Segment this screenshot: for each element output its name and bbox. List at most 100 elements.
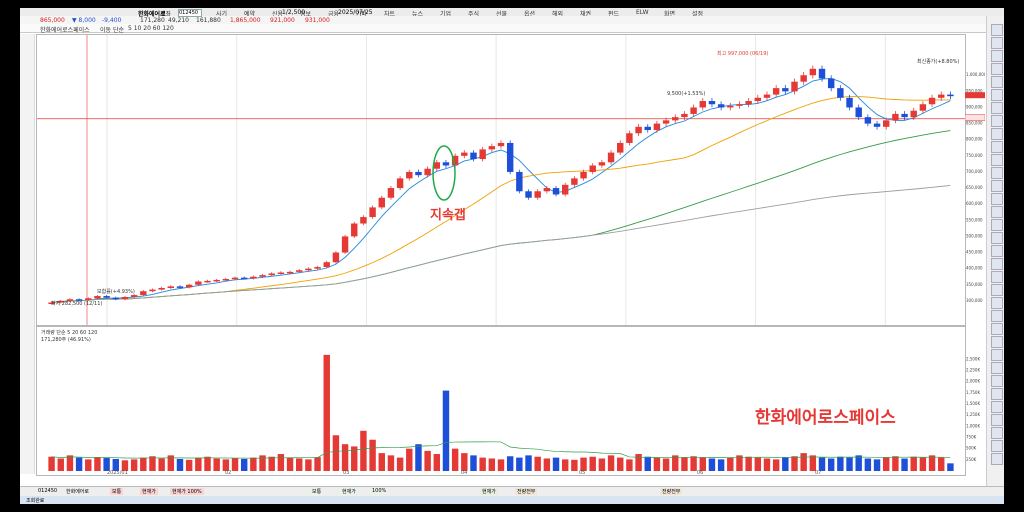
volume-tick-label: 500K (966, 446, 977, 451)
order-label-4[interactable]: 현재가 (340, 488, 358, 495)
candle-body (305, 268, 312, 271)
tool-button-12[interactable] (991, 180, 1003, 192)
order-label-7[interactable]: 전량전부 (515, 488, 538, 495)
tool-button-31[interactable] (991, 427, 1003, 439)
status-bar: 조회완료 (20, 496, 1004, 504)
candle-body (415, 171, 422, 176)
candle-body (745, 101, 752, 105)
ma-line-60 (51, 130, 951, 303)
menu-item-17[interactable]: ELW (636, 9, 649, 16)
tool-button-0[interactable] (991, 24, 1003, 36)
x-tick-label: 07 (815, 470, 821, 475)
volume-bar (204, 456, 211, 471)
tool-button-14[interactable] (991, 206, 1003, 218)
candle-body (112, 297, 119, 300)
tool-button-11[interactable] (991, 167, 1003, 179)
tool-button-5[interactable] (991, 89, 1003, 101)
candle-body (644, 126, 651, 131)
volume-bar (185, 459, 193, 471)
order-label-2[interactable]: 현재가 100% (170, 488, 204, 495)
order-label-8[interactable]: 전량전부 (660, 488, 683, 495)
tool-button-17[interactable] (991, 245, 1003, 257)
y-tick-label: 500,000 (966, 233, 983, 238)
volume-bar (662, 458, 670, 471)
candle-body (919, 104, 927, 111)
tool-button-22[interactable] (991, 310, 1003, 322)
candle-body (598, 162, 606, 166)
volume-bar (250, 457, 257, 471)
volume-bar (94, 457, 101, 471)
candle-body (195, 281, 202, 285)
tool-button-23[interactable] (991, 323, 1003, 335)
volume-bar (763, 458, 771, 471)
tool-button-33[interactable] (991, 453, 1003, 465)
candle-body (176, 286, 184, 288)
order-label-6[interactable]: 현재가 (480, 488, 498, 495)
candle-body (360, 217, 367, 224)
tool-button-26[interactable] (991, 362, 1003, 374)
candle-body (699, 101, 706, 108)
tool-button-13[interactable] (991, 193, 1003, 205)
volume-chart-pane[interactable]: 거래량 단순 5 20 60 120 171,280주 (46.91%) 2025/… (36, 326, 966, 476)
volume-readout: 171,280 (140, 17, 165, 24)
y-tick-label: 450,000 (966, 250, 983, 255)
tool-button-15[interactable] (991, 219, 1003, 231)
tool-button-16[interactable] (991, 232, 1003, 244)
tool-button-7[interactable] (991, 115, 1003, 127)
stock-title-overlay: 한화에어로스페이스 (755, 408, 896, 428)
order-label-1[interactable]: 현재가 (140, 488, 158, 495)
tool-button-21[interactable] (991, 297, 1003, 309)
candle-body (800, 75, 807, 82)
candle-body (296, 270, 303, 272)
candle-body (910, 110, 917, 118)
date-field[interactable]: 2025/07/25 (338, 9, 373, 16)
tool-button-32[interactable] (991, 440, 1003, 452)
tool-button-27[interactable] (991, 375, 1003, 387)
candle-body (809, 68, 817, 76)
volume-bar (525, 455, 532, 471)
order-label-0[interactable]: 보통 (110, 488, 124, 495)
tool-button-2[interactable] (991, 50, 1003, 62)
tool-button-6[interactable] (991, 102, 1003, 114)
volume-bar (800, 453, 807, 471)
candle-body (837, 88, 844, 98)
volume-bar (479, 457, 486, 471)
tool-button-8[interactable] (991, 128, 1003, 140)
tool-button-24[interactable] (991, 336, 1003, 348)
order-label-5[interactable]: 100% (370, 488, 389, 494)
candle-body (708, 101, 716, 105)
tool-button-3[interactable] (991, 63, 1003, 75)
candle-body (406, 171, 413, 179)
tool-button-18[interactable] (991, 258, 1003, 270)
volume-legend: 거래량 단순 5 20 60 120 (41, 329, 97, 336)
tool-button-25[interactable] (991, 349, 1003, 361)
volume-bar (580, 457, 587, 471)
volume-tick-label: 2,500K (966, 356, 980, 361)
volume-bar (442, 390, 450, 471)
tool-button-9[interactable] (991, 141, 1003, 153)
ratio-field[interactable]: 1/2,500 (282, 9, 305, 16)
price-change-2: -9,400 (102, 17, 122, 24)
indicator-name: 한화에어로스페이스 (40, 27, 90, 34)
tool-button-10[interactable] (991, 154, 1003, 166)
volume-bar (561, 459, 569, 471)
candle-body (149, 289, 156, 292)
candle-body (772, 88, 780, 95)
tool-button-4[interactable] (991, 76, 1003, 88)
tool-button-19[interactable] (991, 271, 1003, 283)
volume-bar (378, 453, 385, 471)
tool-button-29[interactable] (991, 401, 1003, 413)
bottom-code[interactable]: 012450 (38, 488, 57, 494)
order-label-3[interactable]: 보통 (310, 488, 324, 495)
tool-button-1[interactable] (991, 37, 1003, 49)
tool-button-30[interactable] (991, 414, 1003, 426)
tool-button-28[interactable] (991, 388, 1003, 400)
volume-bar (626, 459, 633, 471)
stock-code-input[interactable]: 012450 (178, 9, 202, 17)
price-axis-svg: 300,000 350,000 400,000 450,000 500,000 550,0… (964, 72, 987, 462)
tool-button-20[interactable] (991, 284, 1003, 296)
volume-bar (938, 457, 945, 471)
bottom-name: 한화에어로 (66, 489, 90, 495)
reference-price-tag (964, 114, 986, 122)
price-chart-pane[interactable]: 최저 282,500 (12/11) 최고 997,000 (06/19) 보합률(… (36, 34, 966, 326)
